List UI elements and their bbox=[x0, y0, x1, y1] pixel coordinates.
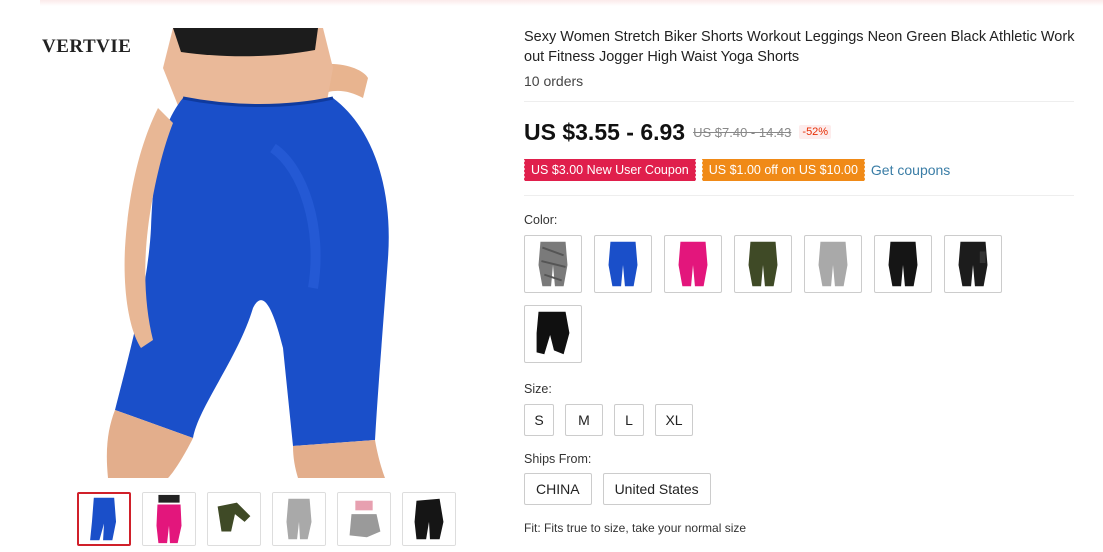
thumbnail-image bbox=[338, 493, 390, 545]
product-gallery: VERTVIE bbox=[33, 28, 493, 478]
coupon-row: US $3.00 New User Coupon US $1.00 off on… bbox=[523, 159, 1076, 181]
thumbnail-blue[interactable] bbox=[77, 492, 131, 546]
ships-from-united-states[interactable]: United States bbox=[602, 473, 711, 505]
thumbnail-image bbox=[273, 493, 325, 545]
thumbnail-gray-pink-top[interactable] bbox=[337, 492, 391, 546]
color-option-blue[interactable] bbox=[594, 235, 652, 293]
current-price: US $3.55 - 6.93 bbox=[524, 118, 686, 145]
size-option-xl[interactable]: XL bbox=[655, 404, 693, 436]
price-row: US $3.55 - 6.93 US $7.40 - 14.43 -52% bbox=[524, 118, 1076, 146]
size-option-l[interactable]: L bbox=[614, 404, 644, 436]
color-option-pink[interactable] bbox=[664, 235, 722, 293]
divider bbox=[524, 101, 1074, 102]
swatch-image bbox=[818, 241, 848, 287]
main-product-photo[interactable] bbox=[33, 28, 493, 478]
swatch-image bbox=[608, 241, 638, 287]
size-options: S M L XL bbox=[524, 404, 1076, 436]
product-title: Sexy Women Stretch Biker Shorts Workout … bbox=[524, 29, 1075, 65]
original-price: US $7.40 - 14.43 bbox=[693, 124, 792, 140]
color-option-gray[interactable] bbox=[804, 235, 862, 293]
color-option-olive[interactable] bbox=[734, 235, 792, 293]
size-option-s[interactable]: S bbox=[524, 404, 554, 436]
divider bbox=[524, 195, 1074, 196]
swatch-image bbox=[748, 241, 778, 287]
new-user-coupon[interactable]: US $3.00 New User Coupon bbox=[523, 159, 696, 181]
swatch-image bbox=[538, 241, 568, 287]
thumbnail-black[interactable] bbox=[402, 492, 456, 546]
swatch-image bbox=[888, 241, 918, 287]
color-swatches bbox=[524, 235, 1024, 363]
size-label: Size: bbox=[524, 382, 552, 396]
store-coupon[interactable]: US $1.00 off on US $10.00 bbox=[700, 159, 865, 181]
thumbnail-image bbox=[208, 493, 260, 545]
ships-from-label: Ships From: bbox=[524, 452, 592, 466]
fit-note: Fit: Fits true to size, take your normal… bbox=[524, 521, 747, 535]
swatch-image bbox=[958, 241, 988, 287]
color-option-black-bent[interactable] bbox=[524, 305, 582, 363]
ships-from-options: CHINA United States bbox=[524, 473, 1076, 505]
top-strip bbox=[40, 0, 1103, 6]
discount-badge: -52% bbox=[799, 125, 832, 139]
thumbnail-image bbox=[403, 493, 455, 545]
color-option-black-pocket[interactable] bbox=[944, 235, 1002, 293]
product-info: Sexy Women Stretch Biker Shorts Workout … bbox=[523, 28, 1076, 535]
thumbnail-image bbox=[79, 494, 129, 544]
color-option-gray-pattern[interactable] bbox=[524, 235, 582, 293]
thumbnail-gray[interactable] bbox=[272, 492, 326, 546]
ships-from-china[interactable]: CHINA bbox=[524, 473, 592, 505]
thumbnail-olive[interactable] bbox=[207, 492, 261, 546]
color-option-black[interactable] bbox=[874, 235, 932, 293]
thumbnail-pink[interactable] bbox=[142, 492, 196, 546]
brand-logo: VERTVIE bbox=[42, 36, 132, 57]
order-count: 10 orders bbox=[524, 73, 584, 89]
size-option-m[interactable]: M bbox=[565, 404, 603, 436]
get-coupons-link[interactable]: Get coupons bbox=[871, 162, 950, 178]
thumbnail-strip bbox=[77, 492, 456, 546]
thumbnail-image bbox=[143, 493, 195, 545]
swatch-image bbox=[536, 311, 570, 355]
swatch-image bbox=[678, 241, 708, 287]
color-label: Color: bbox=[524, 213, 558, 227]
